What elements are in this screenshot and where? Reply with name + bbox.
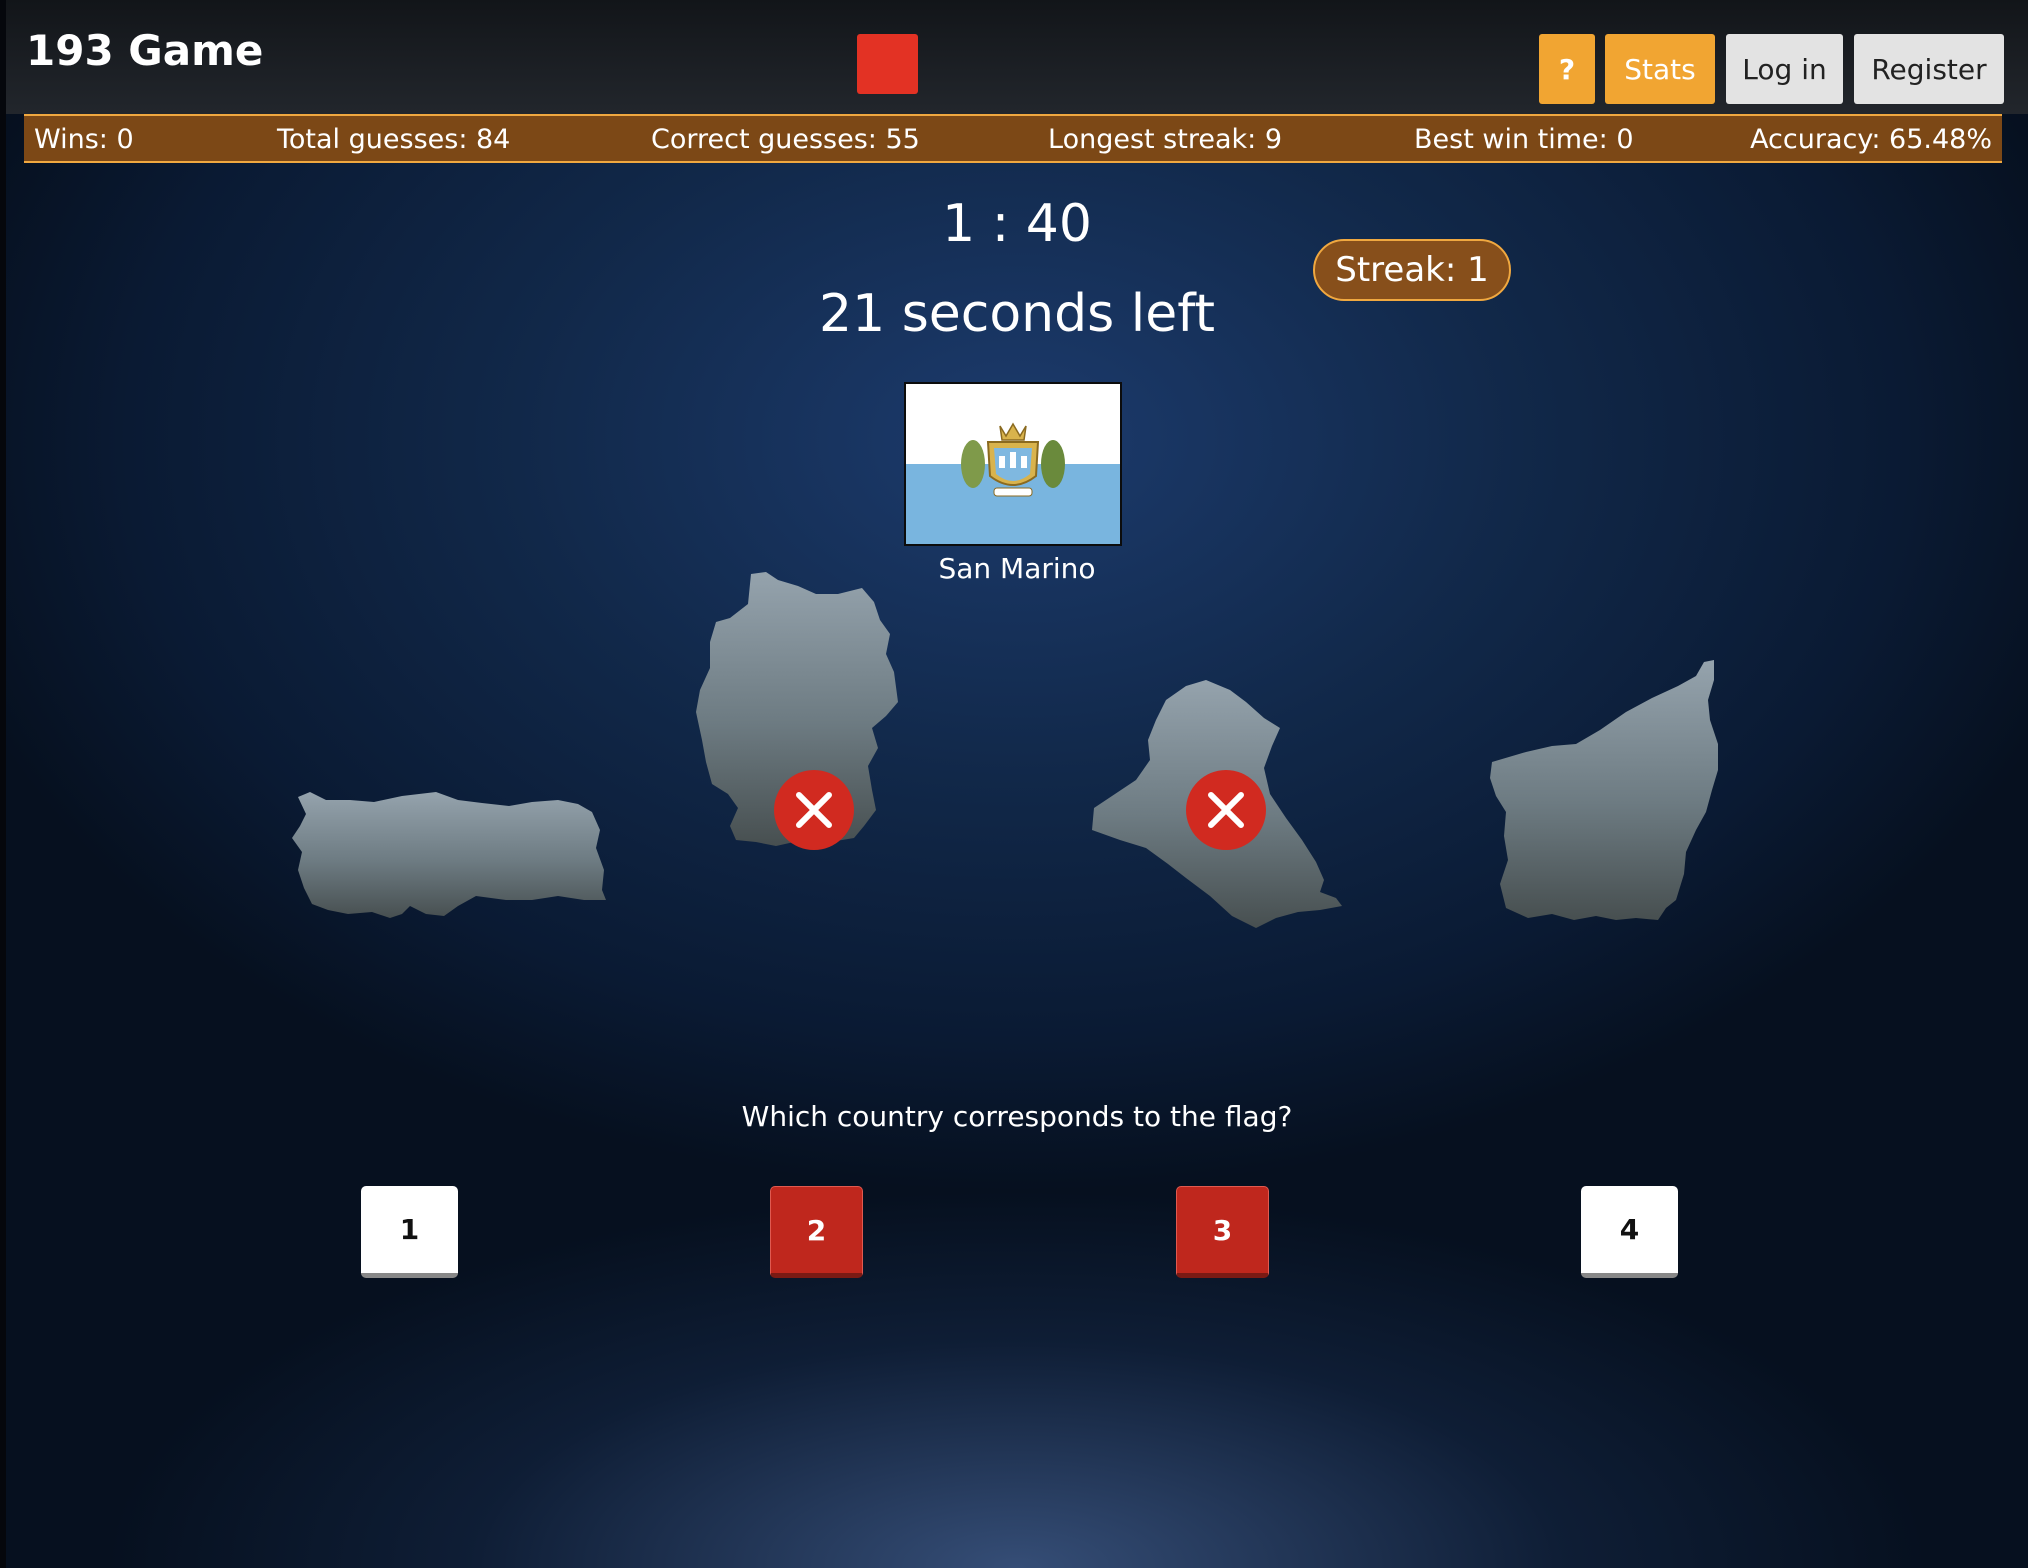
question-text: Which country corresponds to the flag? [741,1100,1293,1133]
answer-button-2[interactable]: 2 [770,1186,863,1278]
wrong-mark-icon [1186,770,1266,850]
answer-button-3[interactable]: 3 [1176,1186,1269,1278]
turkey-silhouette[interactable] [292,792,606,918]
wrong-mark-icon [774,770,854,850]
answer-button-4[interactable]: 4 [1581,1186,1678,1278]
country-shapes [292,572,1718,928]
game-screen: 193 Game ? Stats Log in Register Wins: 0… [6,0,2028,1568]
san-marino-silhouette[interactable] [1490,660,1718,920]
answer-button-1[interactable]: 1 [361,1186,458,1278]
